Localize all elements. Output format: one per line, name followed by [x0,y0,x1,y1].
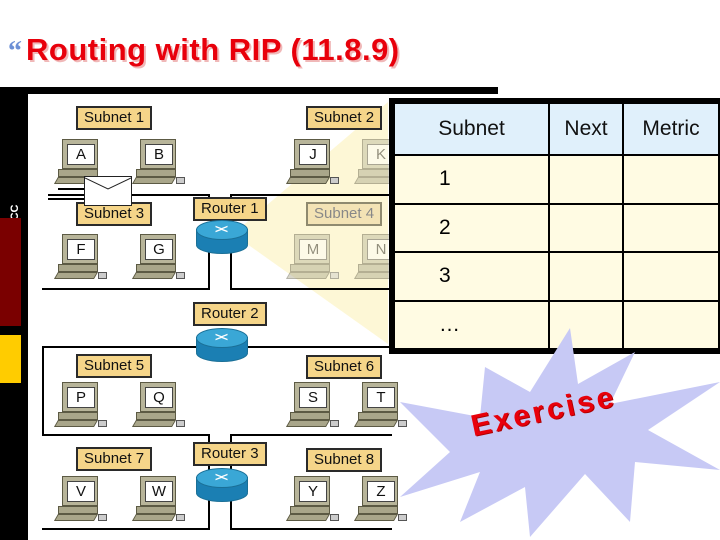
link-subnet2 [230,194,390,196]
link-subnet5-bottom [42,434,210,436]
router-label-1: Router 1 [193,197,267,221]
cell-next[interactable] [547,202,625,253]
link-subnet8 [230,528,392,530]
router-3-icon[interactable]: >< [196,468,248,502]
subnet-label-2: Subnet 2 [306,106,383,130]
link-subnet3 [42,288,210,290]
table-header-next: Next [547,102,625,156]
cell-metric[interactable] [622,202,720,253]
envelope-icon [84,176,132,206]
side-accent-red [0,218,21,326]
host-w[interactable]: W [131,476,185,522]
table-header-subnet: Subnet [393,102,550,156]
subnet-label-1: Subnet 1 [76,106,153,130]
cell-subnet: 1 [393,154,550,205]
host-z[interactable]: Z [353,476,407,522]
subnet-label-6: Subnet 6 [306,355,383,379]
host-q[interactable]: Q [131,382,185,428]
link-subnet7 [42,528,210,530]
host-g[interactable]: G [131,234,185,280]
host-b[interactable]: B [131,139,185,185]
table-row: 1 [393,154,720,205]
host-s[interactable]: S [285,382,339,428]
table-row: 3 [393,251,720,302]
subnet-label-7: Subnet 7 [76,447,153,471]
title-bullet: “ [8,36,22,67]
link-subnet5-left [42,346,44,436]
table-header-metric: Metric [622,102,720,156]
routing-table: Subnet Next Metric 1 2 3 … [389,98,720,354]
subnet-label-8: Subnet 8 [306,448,383,472]
host-y[interactable]: Y [285,476,339,522]
host-t[interactable]: T [353,382,407,428]
host-f[interactable]: F [53,234,107,280]
slide-title: Routing with RIP (11.8.9) [26,32,400,67]
side-accent-yellow [0,335,21,383]
router-1-icon[interactable]: >< [196,220,248,254]
cell-metric[interactable] [622,154,720,205]
starburst-icon [400,328,720,537]
link-subnet6-bottom [230,434,392,436]
cell-next[interactable] [547,154,625,205]
cell-metric[interactable] [622,251,720,302]
subnet-label-5: Subnet 5 [76,354,153,378]
host-m[interactable]: M [285,234,339,280]
table-row: 2 [393,202,720,253]
subnet-label-4: Subnet 4 [306,202,383,226]
title-rule [0,87,498,94]
router-label-2: Router 2 [193,302,267,326]
router-2-icon[interactable]: >< [196,328,248,362]
host-p[interactable]: P [53,382,107,428]
link-subnet4 [230,288,390,290]
router-label-3: Router 3 [193,442,267,466]
link-packet-trail-2 [48,198,88,200]
host-v[interactable]: V [53,476,107,522]
cell-subnet: 3 [393,251,550,302]
host-j[interactable]: J [285,139,339,185]
cell-next[interactable] [547,251,625,302]
envelope-flap [84,177,132,190]
cell-subnet: 2 [393,202,550,253]
